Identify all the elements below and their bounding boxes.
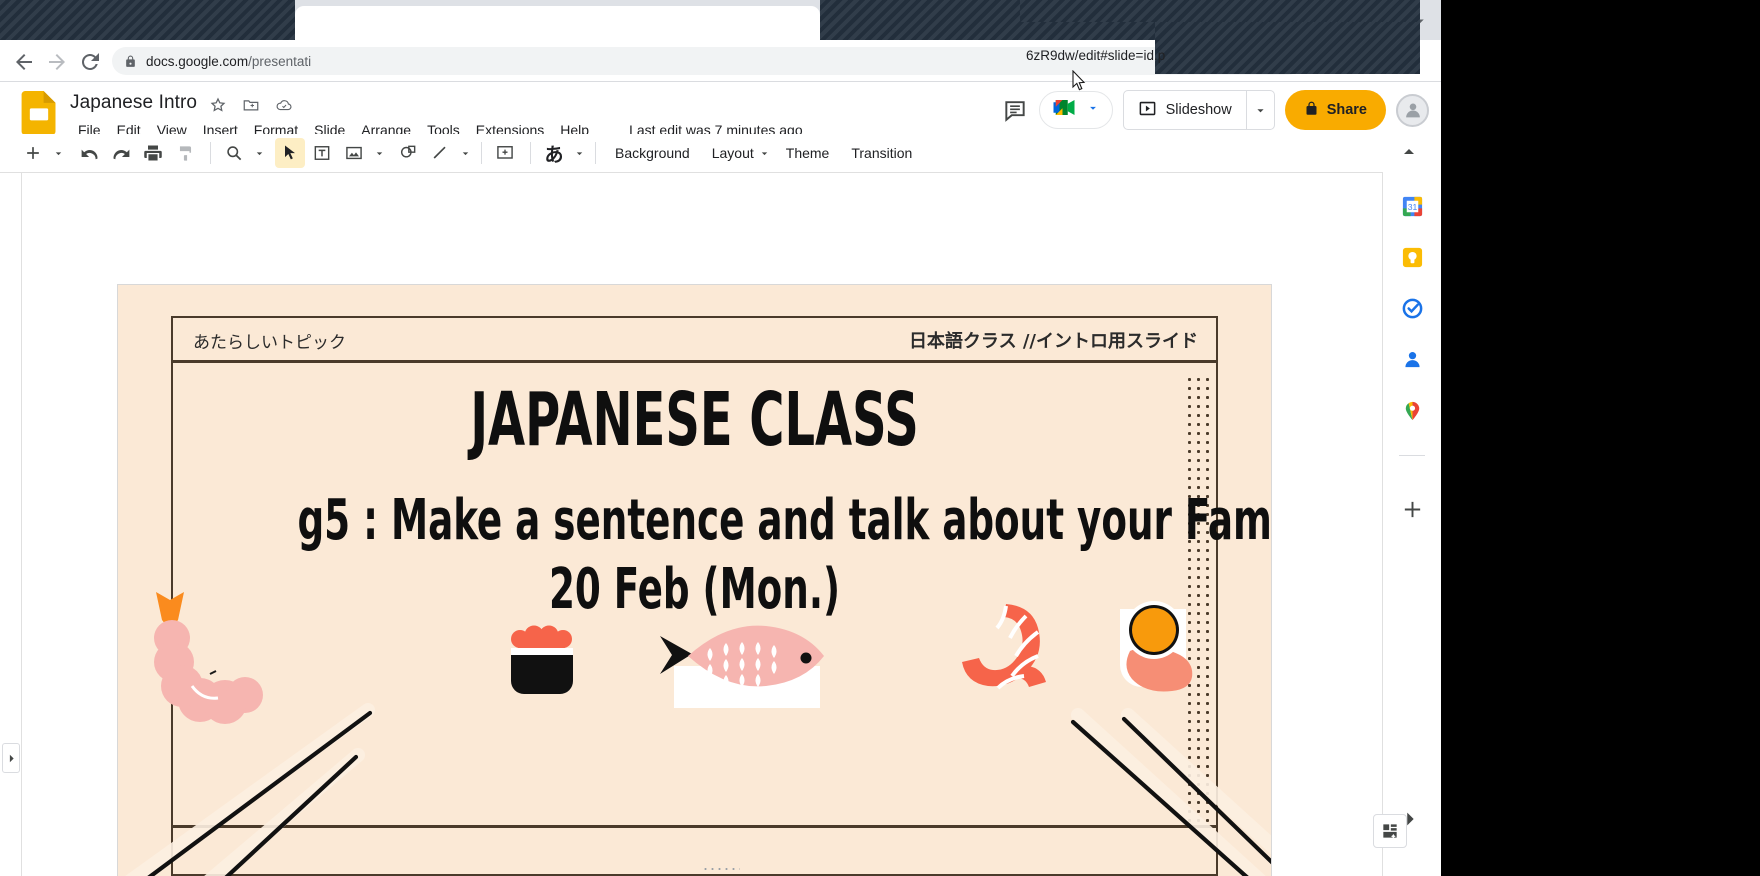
chevron-down-icon (758, 147, 771, 160)
move-to-folder-icon[interactable] (242, 96, 260, 114)
layout-button[interactable]: Layout (701, 138, 775, 168)
input-tools-button[interactable]: あ (539, 138, 569, 168)
slideshow-button-group: Slideshow (1122, 90, 1275, 130)
chevron-down-icon (1086, 101, 1100, 120)
slide-header-left-text: あたらしいトピック (193, 333, 346, 353)
add-comment-button[interactable] (490, 138, 520, 168)
google-contacts-icon[interactable] (1400, 347, 1424, 371)
share-button[interactable]: Share (1284, 90, 1386, 130)
address-bar-url-tail: 6zR9dw/edit#slide=id.p (1026, 48, 1166, 63)
new-slide-button[interactable] (18, 138, 48, 168)
new-slide-dropdown-icon[interactable] (50, 147, 66, 160)
window-occluder-left (0, 0, 295, 40)
line-dropdown-icon[interactable] (457, 147, 473, 160)
undo-button[interactable] (74, 138, 104, 168)
google-meet-button[interactable] (1038, 91, 1113, 129)
slides-toolbar: あ Background Layout Theme Transition (0, 134, 1441, 172)
document-title[interactable]: Japanese Intro (70, 92, 197, 114)
google-maps-icon[interactable] (1400, 398, 1424, 422)
cloud-saved-icon[interactable] (275, 96, 293, 114)
zoom-button[interactable] (219, 138, 249, 168)
slideshow-dropdown-button[interactable] (1245, 91, 1274, 129)
share-label: Share (1326, 102, 1367, 118)
sushi-illustration-row (118, 592, 1271, 750)
slideshow-label: Slideshow (1165, 102, 1232, 118)
address-bar-path: /presentati (248, 53, 312, 69)
slide-canvas-area: あたらしいトピック 日本語クラス //イントロ用スライド JAPANESE CL… (0, 172, 1412, 876)
window-occluder-b (1155, 22, 1420, 74)
fish-illustration (660, 625, 824, 708)
theme-button[interactable]: Theme (775, 138, 841, 168)
lock-icon (1304, 101, 1319, 120)
google-side-panel: 31 (1382, 172, 1441, 876)
slide-footer-rule (171, 825, 1218, 828)
insert-image-button[interactable] (339, 138, 369, 168)
background-button[interactable]: Background (604, 138, 701, 168)
google-calendar-icon[interactable]: 31 (1400, 194, 1424, 218)
header-actions: Slideshow Share (1001, 90, 1429, 130)
screen-right-black-margin (1441, 0, 1760, 876)
reload-icon[interactable] (78, 50, 102, 74)
add-ons-plus-icon[interactable] (1400, 497, 1424, 521)
svg-text:31: 31 (1407, 201, 1417, 211)
print-button[interactable] (138, 138, 168, 168)
star-icon[interactable] (209, 96, 227, 114)
input-tools-dropdown-icon[interactable] (571, 147, 587, 160)
insert-image-dropdown-icon[interactable] (371, 147, 387, 160)
lock-icon (124, 55, 137, 68)
line-button[interactable] (425, 138, 455, 168)
google-keep-icon[interactable] (1400, 245, 1424, 269)
slide-subtitle: g5 : Make a sentence and talk about your… (297, 488, 1271, 553)
mouse-cursor (1072, 69, 1086, 92)
slide-editing-surface[interactable]: あたらしいトピック 日本語クラス //イントロ用スライド JAPANESE CL… (118, 285, 1271, 876)
screenshot-root: docs.google.com/presentati 6zR9dw/edit#s… (0, 0, 1760, 876)
text-box-button[interactable] (307, 138, 337, 168)
google-meet-icon (1052, 95, 1082, 125)
shrimp-nigiri-illustration (154, 592, 263, 724)
uni-nigiri-illustration (1120, 601, 1193, 692)
document-title-actions (209, 96, 293, 114)
comment-history-icon[interactable] (1001, 96, 1029, 124)
side-panel-divider (1399, 455, 1425, 456)
slide-title: JAPANESE CLASS (470, 377, 919, 463)
google-tasks-icon[interactable] (1400, 296, 1424, 320)
window-occluder-a (1020, 0, 1420, 22)
collapse-toolbar-button[interactable] (1397, 140, 1423, 166)
google-slides-app: Japanese Intro File Edit View Insert For… (0, 82, 1441, 876)
address-bar-domain: docs.google.com (146, 53, 249, 69)
forward-arrow-icon[interactable] (45, 50, 69, 74)
user-avatar[interactable] (1396, 93, 1429, 127)
shrimp-illustration (962, 604, 1046, 690)
google-slides-logo (20, 91, 58, 135)
slideshow-button[interactable]: Slideshow (1124, 91, 1246, 129)
back-arrow-icon[interactable] (12, 50, 36, 74)
ikura-gunkan-illustration (511, 625, 573, 694)
notes-pane-grip[interactable] (701, 866, 740, 872)
layout-label: Layout (711, 145, 754, 161)
slide-header-rule (171, 360, 1218, 363)
zoom-dropdown-icon[interactable] (251, 147, 267, 160)
browser-window: docs.google.com/presentati 6zR9dw/edit#s… (0, 0, 1441, 876)
paint-format-button[interactable] (170, 138, 200, 168)
present-icon (1138, 99, 1157, 122)
redo-button[interactable] (106, 138, 136, 168)
slide-header-right-text: 日本語クラス //イントロ用スライド (908, 331, 1198, 352)
select-tool-button[interactable] (275, 138, 305, 168)
browser-active-tab[interactable] (295, 6, 820, 40)
transition-button[interactable]: Transition (840, 138, 923, 168)
shape-button[interactable] (393, 138, 423, 168)
expand-filmstrip-button[interactable] (2, 743, 20, 773)
explore-button[interactable] (1373, 814, 1407, 848)
